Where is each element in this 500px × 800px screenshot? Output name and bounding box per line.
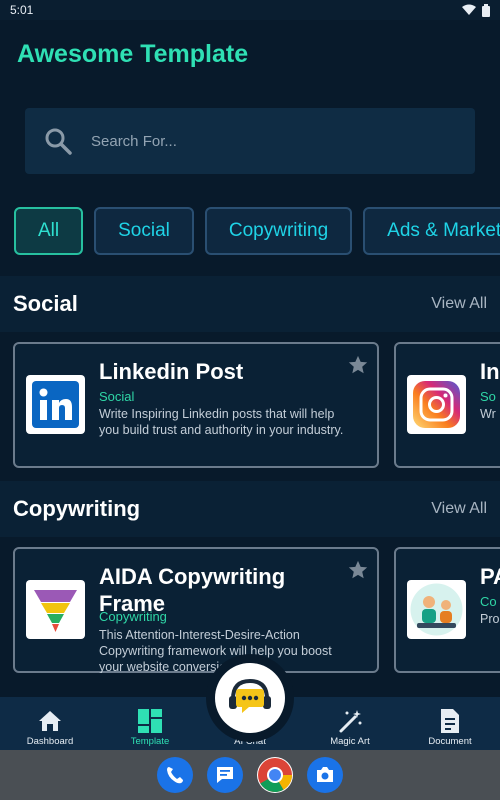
- card-title: Linkedin Post: [99, 359, 244, 384]
- camera-app[interactable]: [307, 757, 343, 793]
- star-icon[interactable]: [347, 354, 369, 376]
- card-category: Social: [99, 389, 135, 404]
- card-title: PA: [480, 564, 500, 589]
- chip-ads-marketing[interactable]: Ads & Marketing: [363, 207, 500, 255]
- card-category: So: [480, 389, 496, 404]
- wifi-icon: [462, 4, 476, 15]
- card-description: Write Inspiring Linkedin posts that will…: [99, 407, 344, 437]
- card-row-social: Linkedin Post Social Write Inspiring Lin…: [0, 342, 500, 468]
- nav-label: Dashboard: [26, 736, 74, 747]
- card-description: Pro wil eff: [480, 612, 500, 626]
- status-icons: [462, 3, 490, 17]
- messages-app[interactable]: [207, 757, 243, 793]
- document-icon: [441, 709, 459, 733]
- ai-chat-fab[interactable]: [215, 663, 285, 733]
- nav-dashboard[interactable]: Dashboard: [0, 697, 100, 750]
- nav-document[interactable]: Document: [400, 697, 500, 750]
- card-category: Co: [480, 594, 497, 609]
- nav-label: Template: [130, 736, 170, 747]
- template-card-pas[interactable]: PA Co Pro wil eff: [394, 547, 500, 673]
- system-dock: [0, 750, 500, 800]
- linkedin-logo-icon: [26, 375, 85, 434]
- chat-support-icon: [229, 678, 271, 713]
- section-header-social: Social View All: [0, 276, 500, 332]
- template-card-linkedin[interactable]: Linkedin Post Social Write Inspiring Lin…: [13, 342, 379, 468]
- card-category: Copywriting: [99, 609, 167, 624]
- section-title: Social: [13, 291, 78, 316]
- search-icon: [45, 128, 72, 155]
- page-title: Awesome Template: [17, 40, 249, 68]
- home-icon: [39, 711, 61, 731]
- nav-template[interactable]: Template: [100, 697, 200, 750]
- camera-icon: [317, 767, 333, 782]
- template-card-instagram[interactable]: In So Wr po: [394, 342, 500, 468]
- funnel-logo-icon: [26, 580, 85, 639]
- chrome-app[interactable]: [257, 757, 293, 793]
- team-illustration-icon: [407, 580, 466, 639]
- view-all-link[interactable]: View All: [431, 295, 487, 313]
- section-title: Copywriting: [13, 496, 141, 521]
- template-card-aida[interactable]: AIDA Copywriting Frame Copywriting This …: [13, 547, 379, 673]
- view-all-link[interactable]: View All: [431, 500, 487, 518]
- status-time: 5:01: [10, 3, 34, 17]
- section-header-copywriting: Copywriting View All: [0, 481, 500, 537]
- chrome-icon: [258, 758, 292, 792]
- messages-icon: [217, 767, 233, 783]
- nav-label: Document: [428, 736, 472, 747]
- chip-all[interactable]: All: [14, 207, 84, 255]
- search-bar[interactable]: [25, 108, 475, 174]
- magic-wand-icon: [339, 710, 362, 733]
- phone-app[interactable]: [157, 757, 193, 793]
- star-icon[interactable]: [347, 559, 369, 581]
- chip-social[interactable]: Social: [94, 207, 194, 255]
- nav-label: Magic Art: [330, 736, 370, 747]
- chip-copywriting[interactable]: Copywriting: [204, 207, 353, 255]
- battery-icon: [482, 3, 490, 17]
- category-chips: AllSocialCopywritingAds & Marketing: [14, 207, 500, 255]
- card-title: In: [480, 359, 500, 384]
- instagram-logo-icon: [407, 375, 466, 434]
- search-input[interactable]: [91, 132, 451, 150]
- template-grid-icon: [138, 709, 162, 733]
- status-bar: 5:01: [0, 0, 500, 20]
- card-description: Wr po: [480, 407, 500, 421]
- phone-icon: [167, 767, 183, 784]
- nav-magic-art[interactable]: Magic Art: [300, 697, 400, 750]
